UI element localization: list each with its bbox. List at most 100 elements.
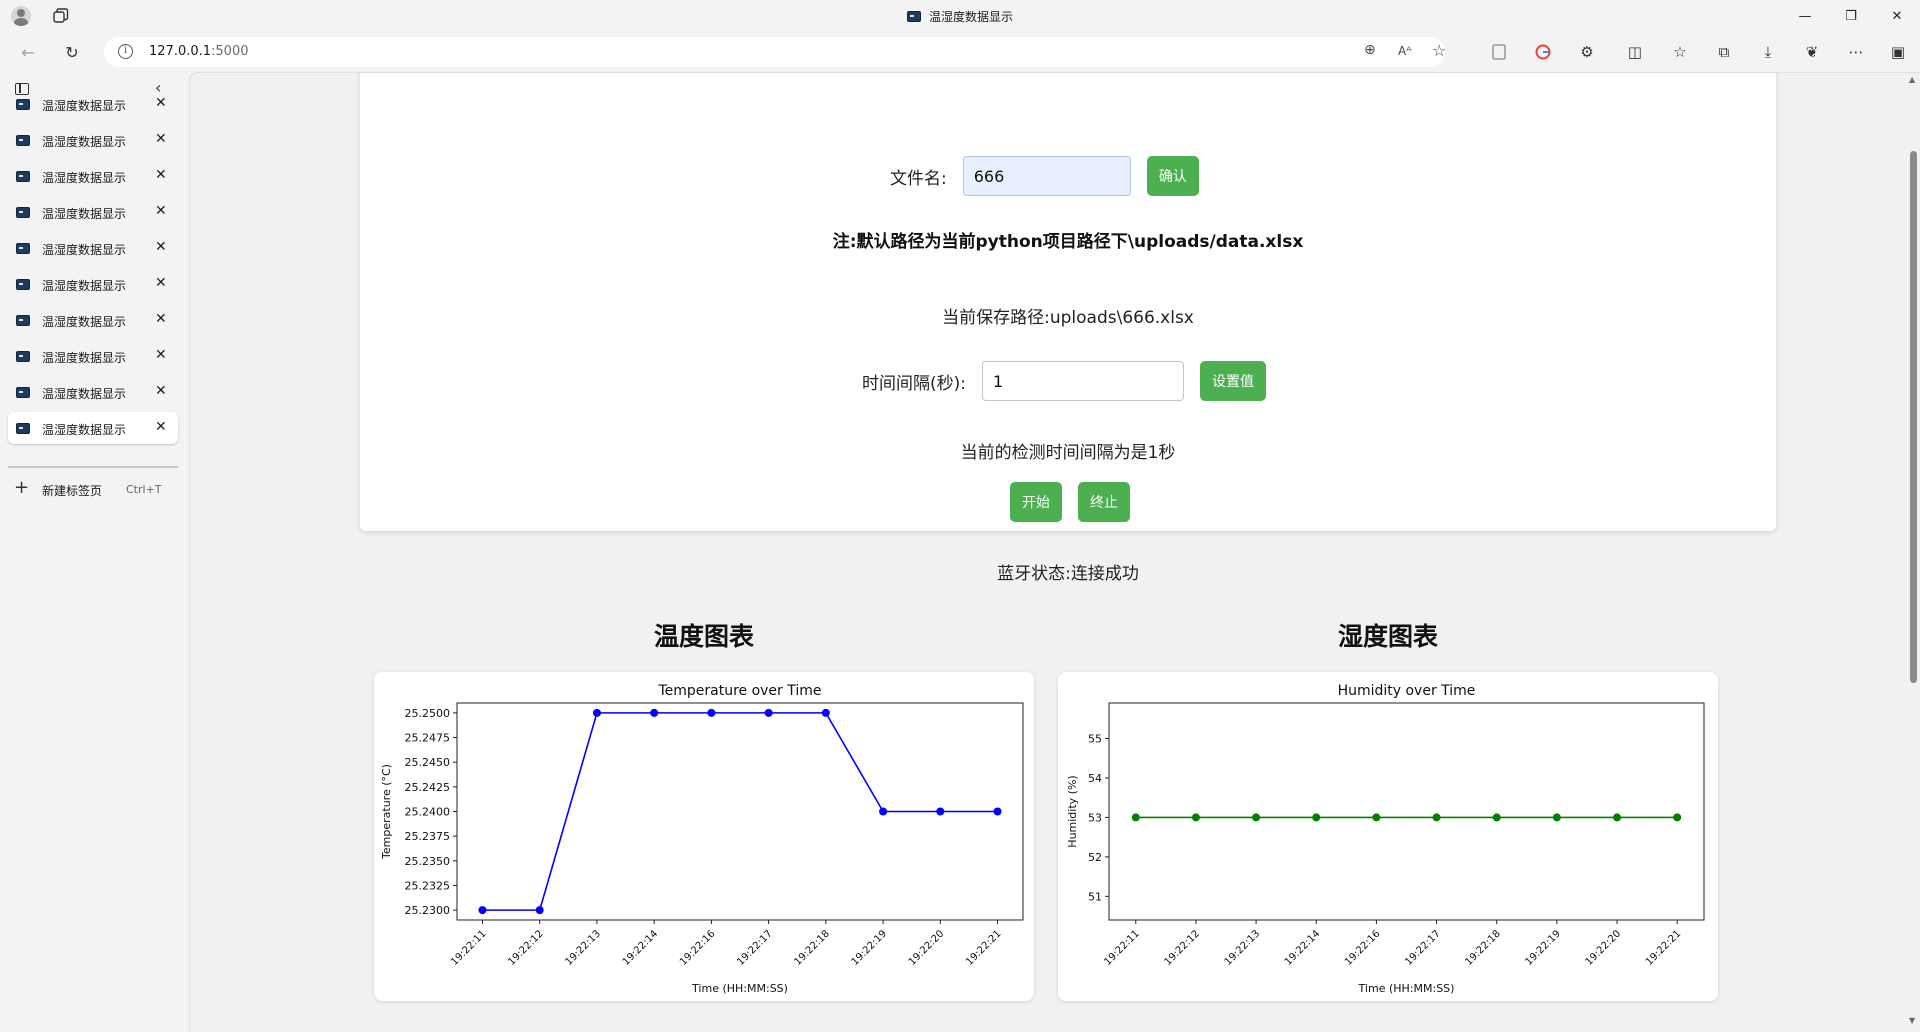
x-tick-label: 19:22:20 bbox=[907, 928, 947, 968]
stop-button[interactable]: 终止 bbox=[1078, 482, 1130, 522]
tab-item[interactable]: 温湿度数据显示 ✕ bbox=[8, 268, 178, 300]
terminal-favicon-icon bbox=[16, 351, 30, 362]
terminal-favicon-icon bbox=[16, 423, 30, 434]
tab-item[interactable]: 温湿度数据显示 ✕ bbox=[8, 412, 178, 444]
data-point bbox=[1432, 813, 1441, 822]
back-arrow-icon[interactable]: ← bbox=[16, 40, 40, 64]
y-tick-label: 25.2400 bbox=[405, 806, 451, 819]
interval-input[interactable]: 1 bbox=[982, 361, 1184, 401]
performance-icon[interactable]: ❦ bbox=[1800, 40, 1824, 64]
tab-item[interactable]: 温湿度数据显示 ✕ bbox=[8, 196, 178, 228]
url-text[interactable]: 127.0.0.1:5000 bbox=[149, 44, 249, 59]
x-tick-label: 19:22:11 bbox=[1102, 928, 1142, 968]
confirm-button[interactable]: 确认 bbox=[1146, 156, 1199, 196]
tab-close-icon[interactable]: ✕ bbox=[155, 311, 167, 327]
filename-input[interactable]: 666 bbox=[962, 156, 1131, 196]
data-point bbox=[821, 708, 830, 717]
terminal-favicon-icon bbox=[906, 10, 921, 22]
humidity-chart: Humidity over Time 51 52 53 54 55 19:22:11 19:2… bbox=[1066, 683, 1705, 995]
tab-item[interactable]: 温湿度数据显示 ✕ bbox=[8, 160, 178, 192]
address-bar[interactable]: i 127.0.0.1:5000 ⊕ Aᴬ ☆ bbox=[104, 37, 1446, 67]
x-tick-label: 19:22:19 bbox=[1523, 928, 1563, 968]
data-point bbox=[592, 708, 601, 717]
plus-icon: + bbox=[14, 477, 30, 498]
chart-title: Humidity over Time bbox=[1338, 683, 1476, 699]
title-bar: 温湿度数据显示 — ❐ ✕ bbox=[0, 0, 1920, 32]
zoom-icon[interactable]: ⊕ bbox=[1364, 42, 1376, 58]
x-tick-label: 19:22:21 bbox=[964, 928, 1004, 968]
y-axis-label: Temperature (°C) bbox=[380, 764, 393, 860]
tab-label: 温湿度数据显示 bbox=[42, 207, 127, 221]
tab-close-icon[interactable]: ✕ bbox=[155, 419, 167, 435]
new-tab-shortcut: Ctrl+T bbox=[126, 483, 162, 496]
x-tick-label: 19:22:21 bbox=[1644, 928, 1684, 968]
restore-button[interactable]: ❐ bbox=[1828, 0, 1874, 32]
tab-item[interactable]: 温湿度数据显示 ✕ bbox=[8, 124, 178, 156]
extensions-puzzle-icon[interactable]: ⚙ bbox=[1575, 40, 1599, 64]
tab-label: 温湿度数据显示 bbox=[42, 171, 127, 185]
site-info-icon[interactable]: i bbox=[118, 44, 133, 59]
more-menu-icon[interactable]: ⋯ bbox=[1844, 40, 1868, 64]
favorite-star-icon[interactable]: ☆ bbox=[1432, 41, 1446, 60]
data-point bbox=[1492, 813, 1501, 822]
app-icon[interactable] bbox=[1487, 40, 1511, 64]
terminal-favicon-icon bbox=[16, 279, 30, 290]
minimize-button[interactable]: — bbox=[1782, 0, 1828, 32]
x-tick-label: 19:22:16 bbox=[678, 928, 718, 968]
y-tick-label: 25.2450 bbox=[405, 756, 451, 769]
scroll-down-arrow-icon[interactable]: ▼ bbox=[1909, 1016, 1915, 1025]
scroll-up-arrow-icon[interactable]: ▲ bbox=[1909, 75, 1915, 84]
tab-label: 温湿度数据显示 bbox=[42, 423, 127, 437]
tab-item[interactable]: 温湿度数据显示 ✕ bbox=[8, 376, 178, 408]
scrollbar-thumb[interactable] bbox=[1910, 151, 1917, 683]
terminal-favicon-icon bbox=[16, 387, 30, 398]
read-aloud-icon[interactable]: Aᴬ bbox=[1398, 44, 1411, 58]
tab-item[interactable]: 温湿度数据显示 ✕ bbox=[8, 340, 178, 372]
extension-colored-icon[interactable] bbox=[1531, 40, 1555, 64]
sidebar-toggle-icon[interactable]: ▣ bbox=[1886, 40, 1910, 64]
data-point bbox=[1252, 813, 1261, 822]
tab-close-icon[interactable]: ✕ bbox=[155, 239, 167, 255]
data-point bbox=[1673, 813, 1682, 822]
y-tick-label: 51 bbox=[1088, 890, 1102, 903]
tab-label: 温湿度数据显示 bbox=[42, 243, 127, 257]
new-tab-label: 新建标签页 bbox=[42, 484, 103, 498]
tab-close-icon[interactable]: ✕ bbox=[155, 383, 167, 399]
tab-close-icon[interactable]: ✕ bbox=[155, 203, 167, 219]
tab-item[interactable]: 温湿度数据显示 ✕ bbox=[8, 232, 178, 264]
tab-close-icon[interactable]: ✕ bbox=[155, 95, 167, 111]
y-tick-label: 25.2350 bbox=[405, 855, 451, 868]
tab-close-icon[interactable]: ✕ bbox=[155, 275, 167, 291]
y-tick-label: 53 bbox=[1088, 811, 1102, 824]
start-button[interactable]: 开始 bbox=[1010, 482, 1062, 522]
tab-label: 温湿度数据显示 bbox=[42, 135, 127, 149]
tab-close-icon[interactable]: ✕ bbox=[155, 167, 167, 183]
bluetooth-status: 蓝牙状态:连接成功 bbox=[997, 564, 1139, 584]
x-tick-label: 19:22:19 bbox=[850, 928, 890, 968]
data-point bbox=[650, 708, 659, 717]
x-axis-label: Time (HH:MM:SS) bbox=[691, 982, 788, 995]
tab-label: 温湿度数据显示 bbox=[42, 99, 127, 113]
downloads-icon[interactable]: ⤓ bbox=[1756, 40, 1780, 64]
x-tick-label: 19:22:20 bbox=[1584, 928, 1624, 968]
set-value-button[interactable]: 设置值 bbox=[1200, 361, 1266, 401]
data-point bbox=[478, 906, 487, 915]
tab-item[interactable]: 温湿度数据显示 ✕ bbox=[8, 88, 178, 120]
tab-close-icon[interactable]: ✕ bbox=[155, 131, 167, 147]
data-point bbox=[707, 708, 716, 717]
new-tab-button[interactable]: + 新建标签页 Ctrl+T bbox=[8, 474, 178, 504]
series-line bbox=[482, 712, 998, 911]
collections-icon[interactable]: ⧉ bbox=[1712, 40, 1736, 64]
vertical-scrollbar[interactable]: ▲ ▼ bbox=[1906, 73, 1920, 1032]
terminal-favicon-icon bbox=[16, 135, 30, 146]
close-window-button[interactable]: ✕ bbox=[1874, 0, 1920, 32]
x-tick-label: 19:22:13 bbox=[1223, 928, 1263, 968]
x-tick-label: 19:22:17 bbox=[735, 928, 775, 968]
humidity-section-title: 湿度图表 bbox=[1337, 622, 1438, 651]
favorites-icon[interactable]: ☆ bbox=[1668, 40, 1692, 64]
tab-item[interactable]: 温湿度数据显示 ✕ bbox=[8, 304, 178, 336]
tab-close-icon[interactable]: ✕ bbox=[155, 347, 167, 363]
split-screen-icon[interactable]: ◫ bbox=[1623, 40, 1647, 64]
refresh-icon[interactable]: ↻ bbox=[60, 40, 84, 64]
y-tick-label: 54 bbox=[1088, 772, 1102, 785]
